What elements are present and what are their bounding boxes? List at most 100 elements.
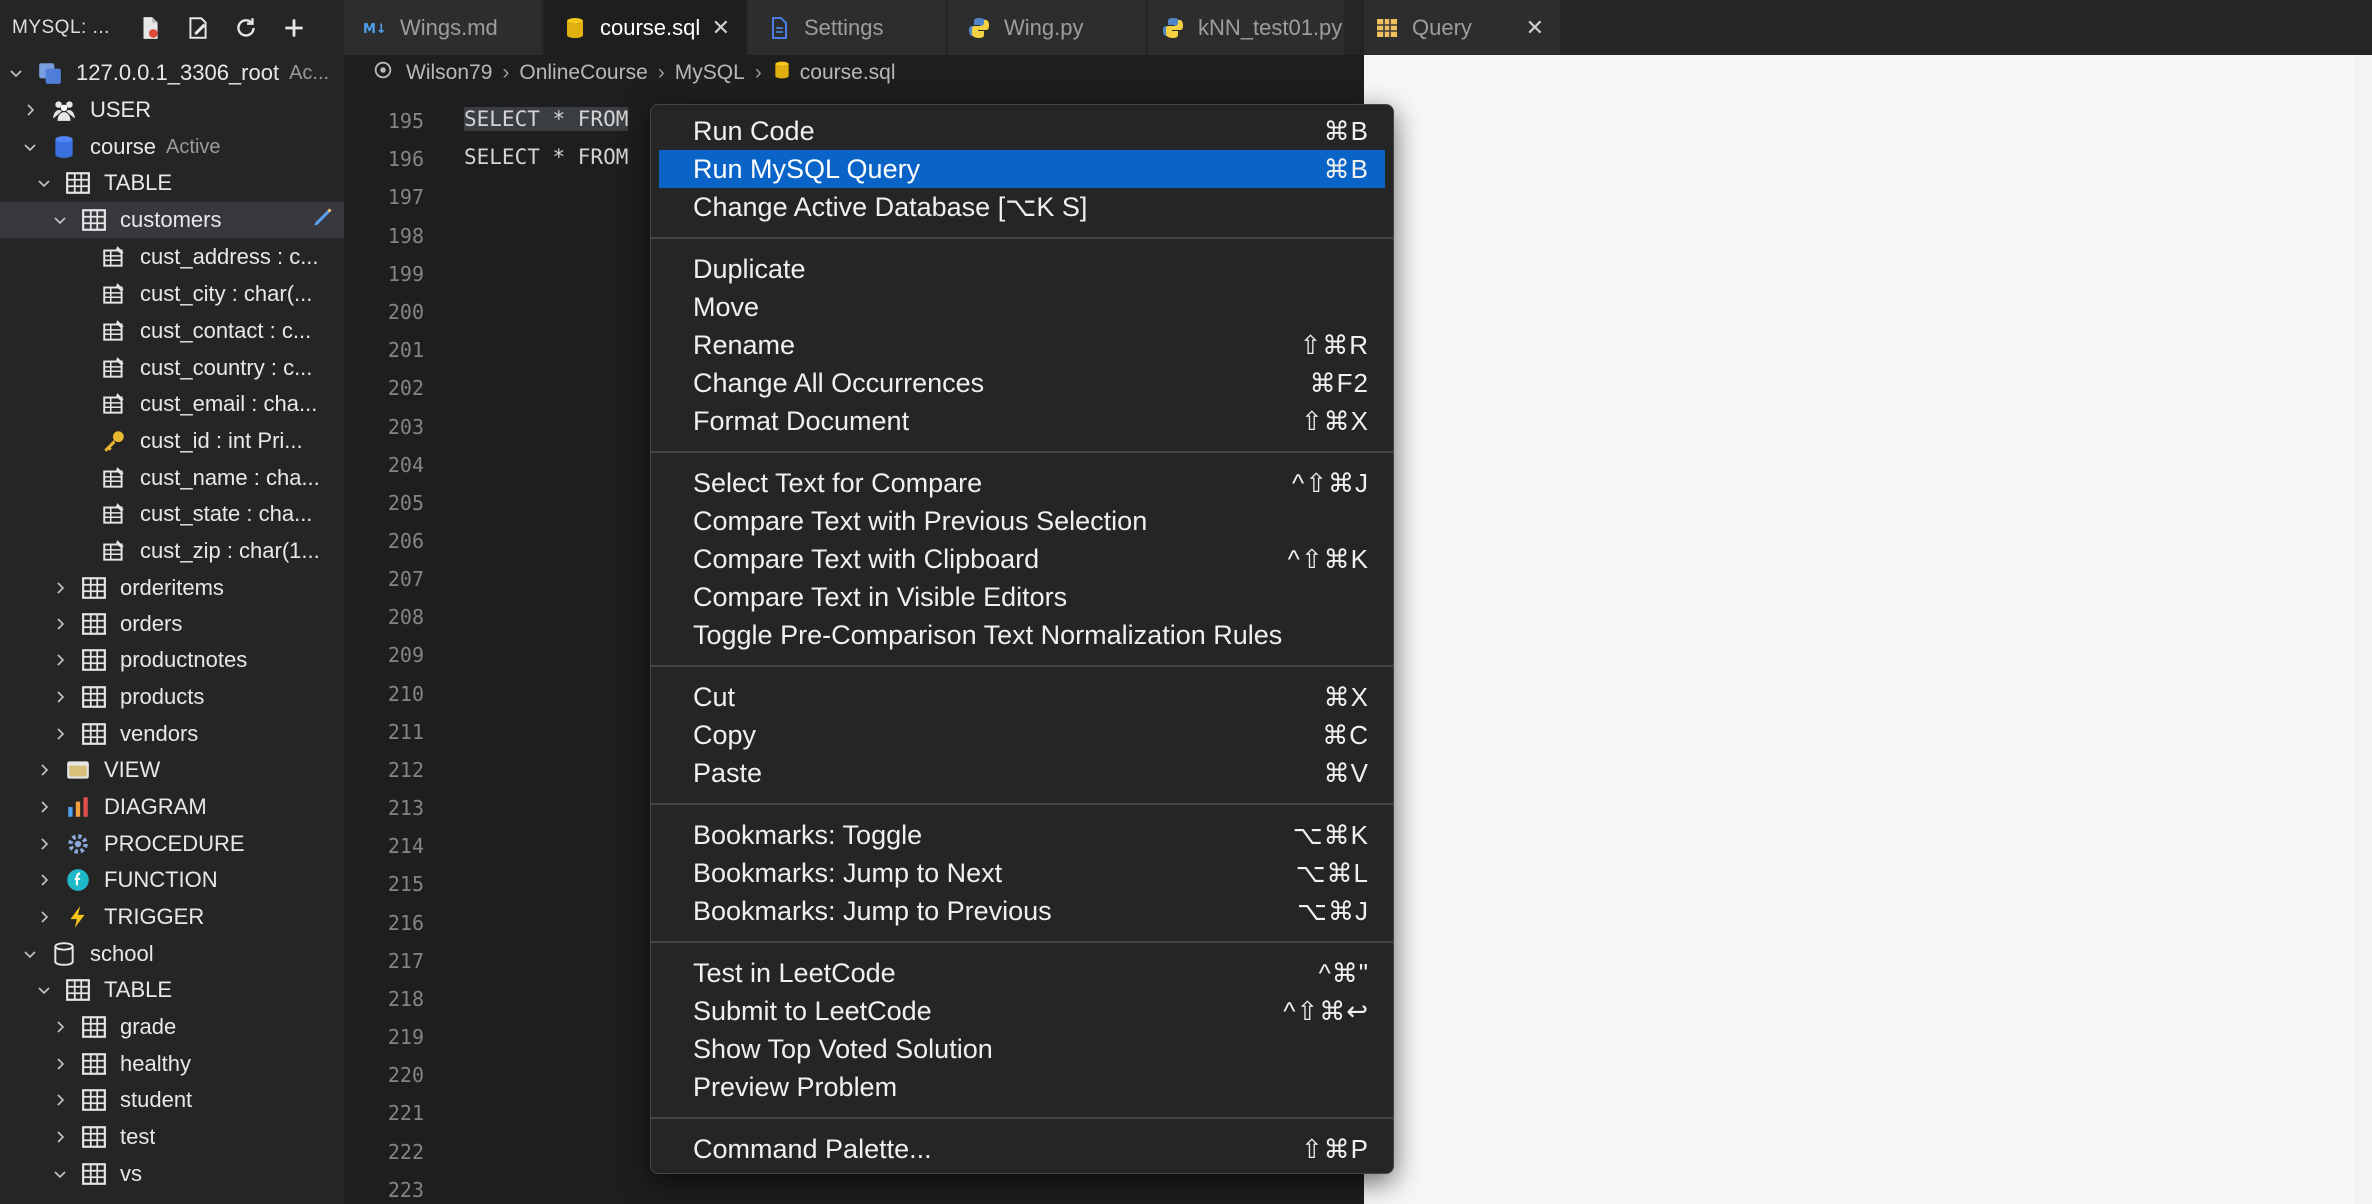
menu-item-run-mysql-query[interactable]: Run MySQL Query ⌘B: [659, 150, 1385, 188]
tree-item-table-customers[interactable]: customers: [0, 202, 344, 238]
menu-item-compare-previous-selection[interactable]: Compare Text with Previous Selection: [659, 502, 1385, 540]
tab-knn-test01-py[interactable]: kNN_test01.py: [1148, 0, 1344, 55]
tree-item-table-vendors[interactable]: vendors: [0, 716, 344, 752]
menu-item-submit-leetcode[interactable]: Submit to LeetCode ^⇧⌘↩: [659, 992, 1385, 1030]
new-query-icon[interactable]: [184, 14, 212, 42]
tree-item-table-vs[interactable]: vs: [0, 1156, 344, 1192]
add-connection-icon[interactable]: [280, 14, 308, 42]
tab-wings-md[interactable]: M↓ Wings.md: [344, 0, 542, 55]
chevron-right-icon: [50, 650, 70, 670]
menu-separator: [651, 451, 1393, 453]
menu-shortcut: ⌥⌘J: [1297, 895, 1369, 926]
menu-item-cut[interactable]: Cut ⌘X: [659, 678, 1385, 716]
tree-item-column[interactable]: cust_country : c...: [0, 350, 344, 386]
breadcrumb-item[interactable]: course.sql: [800, 61, 896, 85]
code-line[interactable]: SELECT * FROM: [464, 107, 629, 131]
menu-item-bookmarks-toggle[interactable]: Bookmarks: Toggle ⌥⌘K: [659, 816, 1385, 854]
line-number: 216: [387, 911, 424, 935]
tree-item-table-grade[interactable]: grade: [0, 1009, 344, 1045]
tree-item-table-group[interactable]: TABLE: [0, 165, 344, 201]
menu-item-bookmarks-previous[interactable]: Bookmarks: Jump to Previous ⌥⌘J: [659, 892, 1385, 930]
new-file-icon[interactable]: [136, 14, 164, 42]
menu-item-rename[interactable]: Rename ⇧⌘R: [659, 326, 1385, 364]
line-number: 221: [387, 1101, 424, 1125]
column-icon: [100, 280, 128, 308]
tree-item-trigger[interactable]: TRIGGER: [0, 899, 344, 935]
menu-item-move[interactable]: Move: [659, 288, 1385, 326]
close-icon[interactable]: ✕: [1526, 15, 1544, 41]
chevron-right-icon: ›: [657, 61, 665, 84]
tab-settings[interactable]: Settings: [748, 0, 946, 55]
tree-item-user[interactable]: USER: [0, 92, 344, 128]
menu-item-show-top-voted-solution[interactable]: Show Top Voted Solution: [659, 1030, 1385, 1068]
chevron-right-icon: [50, 1127, 70, 1147]
menu-item-run-code[interactable]: Run Code ⌘B: [659, 112, 1385, 150]
tree-item-table-test[interactable]: test: [0, 1119, 344, 1155]
menu-item-change-active-database[interactable]: Change Active Database [⌥K S]: [659, 188, 1385, 226]
tab-course-sql[interactable]: course.sql ✕: [544, 0, 746, 55]
tab-wing-py[interactable]: Wing.py: [948, 0, 1146, 55]
menu-shortcut: ^⇧⌘K: [1287, 543, 1369, 574]
tree-item-table-group[interactable]: TABLE: [0, 972, 344, 1008]
breadcrumb-item[interactable]: MySQL: [675, 61, 745, 85]
tree-item-table-healthy[interactable]: healthy: [0, 1046, 344, 1082]
tree-item-database-course[interactable]: course Active: [0, 129, 344, 165]
menu-item-bookmarks-next[interactable]: Bookmarks: Jump to Next ⌥⌘L: [659, 854, 1385, 892]
menu-item-command-palette[interactable]: Command Palette... ⇧⌘P: [659, 1130, 1385, 1168]
tree-item-diagram[interactable]: DIAGRAM: [0, 789, 344, 825]
refresh-icon[interactable]: [232, 14, 260, 42]
table-icon: [80, 1050, 108, 1078]
menu-item-copy[interactable]: Copy ⌘C: [659, 716, 1385, 754]
tree-item-database-school[interactable]: school: [0, 936, 344, 972]
breadcrumb-item[interactable]: Wilson79: [406, 61, 492, 85]
chevron-right-icon: [34, 907, 54, 927]
menu-item-duplicate[interactable]: Duplicate: [659, 250, 1385, 288]
menu-item-change-all-occurrences[interactable]: Change All Occurrences ⌘F2: [659, 364, 1385, 402]
menu-shortcut: ⌥⌘K: [1292, 819, 1369, 850]
table-icon: [80, 683, 108, 711]
tree-item-table-products[interactable]: products: [0, 679, 344, 715]
menu-shortcut: ⌘C: [1322, 719, 1369, 750]
menu-item-select-text-for-compare[interactable]: Select Text for Compare ^⇧⌘J: [659, 464, 1385, 502]
tree-item-column[interactable]: cust_zip : char(1...: [0, 533, 344, 569]
tree-item-table-productnotes[interactable]: productnotes: [0, 642, 344, 678]
tree-item-view[interactable]: VIEW: [0, 752, 344, 788]
line-number: 208: [387, 605, 424, 629]
menu-item-compare-clipboard[interactable]: Compare Text with Clipboard ^⇧⌘K: [659, 540, 1385, 578]
breadcrumb-item[interactable]: OnlineCourse: [519, 61, 647, 85]
context-menu: Run Code ⌘B Run MySQL Query ⌘B Change Ac…: [650, 104, 1394, 1174]
tree-item-column[interactable]: cust_state : cha...: [0, 496, 344, 532]
tree-item-column[interactable]: cust_city : char(...: [0, 276, 344, 312]
line-number: 218: [387, 987, 424, 1011]
close-icon[interactable]: ✕: [712, 15, 730, 41]
tree-item-column-primary-key[interactable]: cust_id : int Pri...: [0, 423, 344, 459]
menu-item-preview-problem[interactable]: Preview Problem: [659, 1068, 1385, 1106]
tree-item-function[interactable]: FUNCTION: [0, 862, 344, 898]
menu-separator: [651, 665, 1393, 667]
tree-item-connection[interactable]: 127.0.0.1_3306_root Ac...: [0, 55, 344, 91]
line-number: 206: [387, 529, 424, 553]
menu-item-format-document[interactable]: Format Document ⇧⌘X: [659, 402, 1385, 440]
tree-item-column[interactable]: cust_email : cha...: [0, 386, 344, 422]
menu-item-test-leetcode[interactable]: Test in LeetCode ^⌘": [659, 954, 1385, 992]
tree-item-table-orderitems[interactable]: orderitems: [0, 570, 344, 606]
menu-shortcut: ⇧⌘P: [1300, 1133, 1369, 1164]
menu-item-paste[interactable]: Paste ⌘V: [659, 754, 1385, 792]
menu-item-compare-visible-editors[interactable]: Compare Text in Visible Editors: [659, 578, 1385, 616]
edit-table-icon[interactable]: [310, 204, 336, 236]
tab-query[interactable]: Query ✕: [1364, 0, 1560, 55]
tree-item-procedure[interactable]: PROCEDURE: [0, 826, 344, 862]
tree-item-table-student[interactable]: student: [0, 1082, 344, 1118]
line-number: 200: [387, 300, 424, 324]
code-line[interactable]: SELECT * FROM: [464, 145, 628, 169]
tree-item-table-orders[interactable]: orders: [0, 606, 344, 642]
tree-item-column[interactable]: cust_address : c...: [0, 239, 344, 275]
menu-item-toggle-normalization-rules[interactable]: Toggle Pre-Comparison Text Normalization…: [659, 616, 1385, 654]
tree-item-column[interactable]: cust_name : cha...: [0, 460, 344, 496]
column-icon: [100, 317, 128, 345]
table-icon: [80, 1123, 108, 1151]
diagram-icon: [64, 793, 92, 821]
menu-shortcut: ⌘B: [1323, 153, 1369, 184]
database-icon: [562, 15, 588, 41]
tree-item-column[interactable]: cust_contact : c...: [0, 313, 344, 349]
